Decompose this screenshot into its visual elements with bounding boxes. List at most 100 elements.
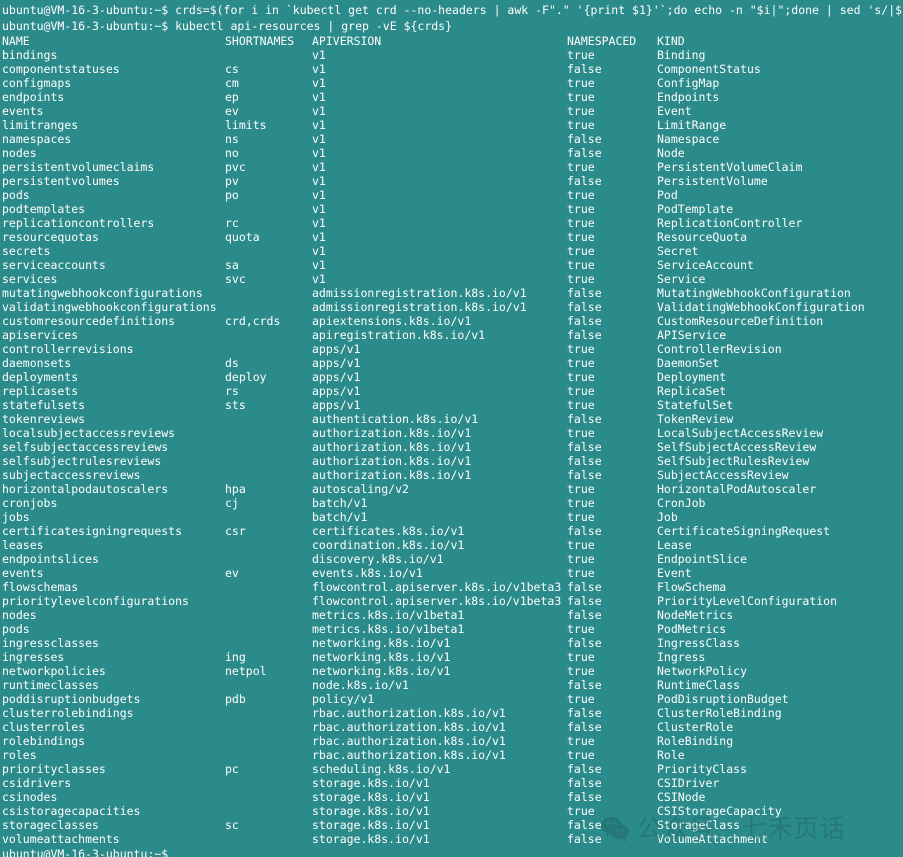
cell-kind: Job — [657, 510, 678, 524]
cell-kind: PodTemplate — [657, 202, 734, 216]
cell-name: pods — [2, 188, 30, 202]
cell-name: localsubjectaccessreviews — [2, 426, 176, 440]
cell-kind: Endpoints — [657, 90, 720, 104]
table-row: mutatingwebhookconfigurations admissionre… — [2, 286, 903, 300]
table-row: events ev v1 true Event — [2, 104, 903, 118]
cell-kind: ClusterRole — [657, 720, 734, 734]
table-row: validatingwebhookconfigurations admission… — [2, 300, 903, 314]
cell-apiversion: networking.k8s.io/v1 — [312, 650, 451, 664]
cell-kind: Binding — [657, 48, 706, 62]
table-row: pods metrics.k8s.io/v1beta1 true PodMetrics — [2, 622, 903, 636]
cell-apiversion: apps/v1 — [312, 356, 361, 370]
cell-kind: CustomResourceDefinition — [657, 314, 824, 328]
cell-namespaced: true — [567, 496, 595, 510]
cell-apiversion: admissionregistration.k8s.io/v1 — [312, 286, 527, 300]
cell-namespaced: true — [567, 692, 595, 706]
cell-kind: Service — [657, 272, 706, 286]
table-body: bindings v1 true Binding componentstatuses cs… — [2, 48, 903, 846]
cell-kind: ReplicationController — [657, 216, 803, 230]
cell-shortnames: pc — [225, 762, 239, 776]
table-row: ingresses ing networking.k8s.io/v1 true Ingr… — [2, 650, 903, 664]
cell-namespaced: true — [567, 552, 595, 566]
cell-apiversion: v1 — [312, 132, 326, 146]
cell-namespaced: true — [567, 510, 595, 524]
terminal-window[interactable]: ubuntu@VM-16-3-ubuntu:~$ crds=$(for i in… — [0, 0, 903, 857]
cell-shortnames: pv — [225, 174, 239, 188]
table-row: selfsubjectaccessreviews authorization.k8… — [2, 440, 903, 454]
cell-namespaced: false — [567, 706, 602, 720]
cell-kind: CSIStorageCapacity — [657, 804, 782, 818]
cell-shortnames: rc — [225, 216, 239, 230]
cell-namespaced: true — [567, 48, 595, 62]
cell-shortnames: quota — [225, 230, 260, 244]
cell-namespaced: true — [567, 342, 595, 356]
table-row: deployments deploy apps/v1 true Deployment — [2, 370, 903, 384]
cell-namespaced: false — [567, 454, 602, 468]
cell-namespaced: false — [567, 62, 602, 76]
table-row: clusterrolebindings rbac.authorization.k8… — [2, 706, 903, 720]
cell-apiversion: storage.k8s.io/v1 — [312, 776, 430, 790]
cell-kind: CertificateSigningRequest — [657, 524, 831, 538]
cell-name: limitranges — [2, 118, 79, 132]
table-row: networkpolicies netpol networking.k8s.io/v… — [2, 664, 903, 678]
cell-shortnames: deploy — [225, 370, 267, 384]
cell-apiversion: policy/v1 — [312, 692, 375, 706]
cell-namespaced: false — [567, 762, 602, 776]
table-row: endpoints ep v1 true Endpoints — [2, 90, 903, 104]
cell-name: daemonsets — [2, 356, 72, 370]
cell-apiversion: certificates.k8s.io/v1 — [312, 524, 465, 538]
cell-namespaced: true — [567, 104, 595, 118]
table-row: podtemplates v1 true PodTemplate — [2, 202, 903, 216]
cell-name: storageclasses — [2, 818, 99, 832]
cell-apiversion: coordination.k8s.io/v1 — [312, 538, 465, 552]
cell-kind: Namespace — [657, 132, 720, 146]
cell-kind: MutatingWebhookConfiguration — [657, 286, 851, 300]
cell-name: deployments — [2, 370, 79, 384]
cell-namespaced: true — [567, 482, 595, 496]
cell-name: mutatingwebhookconfigurations — [2, 286, 203, 300]
cell-name: pods — [2, 622, 30, 636]
cell-name: clusterroles — [2, 720, 86, 734]
table-row: cronjobs cj batch/v1 true CronJob — [2, 496, 903, 510]
cell-apiversion: scheduling.k8s.io/v1 — [312, 762, 451, 776]
table-row: componentstatuses cs v1 false ComponentStatu… — [2, 62, 903, 76]
cell-kind: StatefulSet — [657, 398, 734, 412]
cell-apiversion: v1 — [312, 118, 326, 132]
cell-name: endpoints — [2, 90, 65, 104]
cell-namespaced: false — [567, 412, 602, 426]
cell-shortnames: csr — [225, 524, 246, 538]
cell-name: selfsubjectrulesreviews — [2, 454, 162, 468]
cell-kind: TokenReview — [657, 412, 734, 426]
cell-namespaced: true — [567, 622, 595, 636]
table-row: rolebindings rbac.authorization.k8s.io/v1… — [2, 734, 903, 748]
cell-kind: ClusterRoleBinding — [657, 706, 782, 720]
cell-apiversion: authorization.k8s.io/v1 — [312, 440, 472, 454]
cell-namespaced: false — [567, 608, 602, 622]
cell-kind: SubjectAccessReview — [657, 468, 789, 482]
cell-kind: RuntimeClass — [657, 678, 741, 692]
cell-name: subjectaccessreviews — [2, 468, 141, 482]
cell-shortnames: ing — [225, 650, 246, 664]
cell-namespaced: true — [567, 230, 595, 244]
cell-namespaced: true — [567, 398, 595, 412]
cell-apiversion: v1 — [312, 48, 326, 62]
cell-namespaced: false — [567, 468, 602, 482]
table-row: controllerrevisions apps/v1 true Controller… — [2, 342, 903, 356]
cell-shortnames: no — [225, 146, 239, 160]
cell-name: controllerrevisions — [2, 342, 134, 356]
cell-namespaced: false — [567, 328, 602, 342]
cell-name: flowschemas — [2, 580, 79, 594]
cell-apiversion: v1 — [312, 272, 326, 286]
cell-namespaced: true — [567, 118, 595, 132]
cell-kind: PersistentVolume — [657, 174, 768, 188]
cell-apiversion: v1 — [312, 230, 326, 244]
table-row: subjectaccessreviews authorization.k8s.io… — [2, 468, 903, 482]
cell-kind: Ingress — [657, 650, 706, 664]
cell-apiversion: batch/v1 — [312, 496, 368, 510]
cell-shortnames: sc — [225, 818, 239, 832]
cell-name: prioritylevelconfigurations — [2, 594, 189, 608]
cell-name: customresourcedefinitions — [2, 314, 176, 328]
table-row: priorityclasses pc scheduling.k8s.io/v1 fal… — [2, 762, 903, 776]
table-row: customresourcedefinitions crd,crds apiexte… — [2, 314, 903, 328]
cell-apiversion: v1 — [312, 188, 326, 202]
